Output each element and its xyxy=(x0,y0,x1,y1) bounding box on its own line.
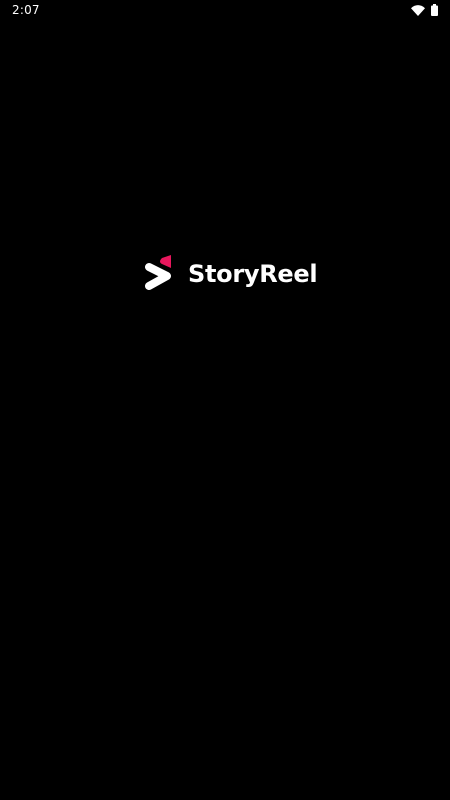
status-icons xyxy=(411,4,438,16)
status-time: 2:07 xyxy=(12,3,40,17)
status-bar: 2:07 xyxy=(0,0,450,20)
splash-logo-lockup: StoryReel xyxy=(144,255,318,293)
battery-icon xyxy=(431,4,438,16)
splash-screen: 2:07 StoryReel xyxy=(0,0,450,800)
storyreel-logo-icon xyxy=(144,255,174,293)
wifi-icon xyxy=(411,4,425,16)
brand-name: StoryReel xyxy=(188,260,318,288)
